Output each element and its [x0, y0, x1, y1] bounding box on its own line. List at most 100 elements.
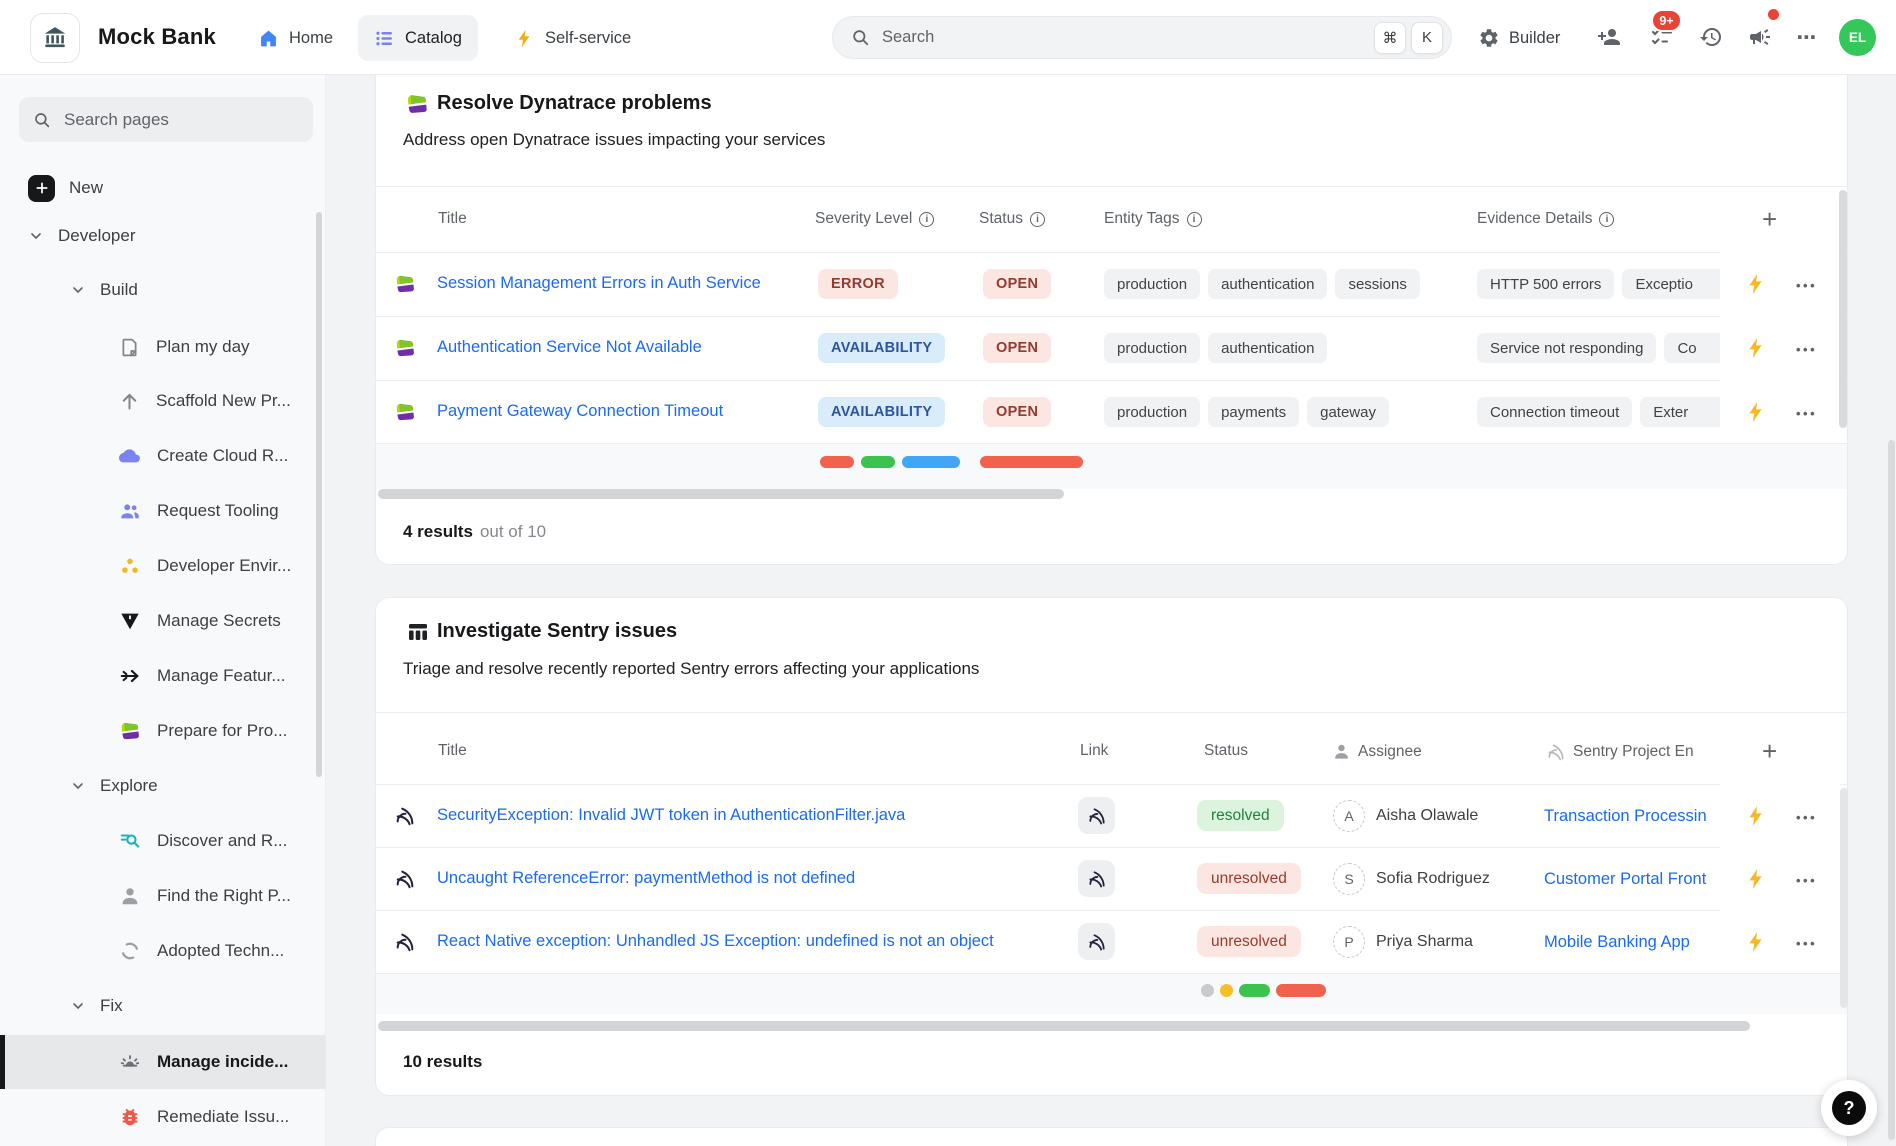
column-header-entity-tags[interactable]: Entity Tags [1104, 210, 1202, 228]
skeleton-pill-blue [902, 456, 960, 468]
column-header-link[interactable]: Link [1080, 742, 1108, 760]
add-column-button[interactable]: + [1762, 738, 1777, 764]
sidebar-item-scaffold-new[interactable]: Scaffold New Pr... [0, 378, 326, 424]
sidebar-group-explore[interactable]: Explore [0, 763, 326, 809]
sidebar-search-input[interactable] [64, 110, 299, 130]
run-action-icon[interactable] [1744, 272, 1768, 296]
sidebar-item-discover[interactable]: Discover and R... [0, 818, 326, 864]
bug-icon [119, 1106, 141, 1128]
sentry-project-link[interactable]: Customer Portal Front [1544, 870, 1720, 889]
column-header-severity[interactable]: Severity Level [815, 210, 934, 228]
column-header-sentry-project[interactable]: Sentry Project En [1546, 742, 1720, 762]
assignee-avatar: S [1333, 863, 1365, 895]
run-action-icon[interactable] [1744, 930, 1768, 954]
more-menu-button[interactable]: ⋯ [1793, 23, 1821, 51]
issue-link[interactable]: SecurityException: Invalid JWT token in … [437, 806, 905, 825]
row-menu-button[interactable] [1796, 278, 1817, 293]
nav-self-service[interactable]: Self-service [498, 15, 647, 61]
sidebar-item-find-right-person[interactable]: Find the Right P... [0, 873, 326, 919]
problem-link[interactable]: Authentication Service Not Available [437, 338, 702, 357]
skeleton-pill-red [1276, 984, 1326, 997]
nav-catalog[interactable]: Catalog [358, 15, 478, 61]
table-horizontal-scrollbar[interactable] [378, 1021, 1750, 1031]
sidebar-group-label: Build [100, 280, 138, 300]
people-icon [119, 500, 141, 522]
row-menu-button[interactable] [1796, 936, 1817, 951]
chevron-down-icon [28, 228, 44, 244]
announcements-button[interactable] [1746, 23, 1774, 51]
table-vertical-scrollbar[interactable] [1840, 788, 1848, 1008]
sentry-row-icon [394, 868, 416, 895]
sidebar-item-prepare-production[interactable]: Prepare for Pro... [0, 708, 326, 754]
plus-icon [28, 175, 55, 202]
run-action-icon[interactable] [1744, 867, 1768, 891]
user-avatar[interactable]: EL [1839, 19, 1876, 56]
sentry-project-link[interactable]: Mobile Banking App [1544, 933, 1720, 952]
sidebar-item-remediate-issues[interactable]: Remediate Issu... [0, 1094, 326, 1140]
dynatrace-icon [119, 720, 141, 742]
page-scrollbar[interactable] [1888, 440, 1895, 1140]
builder-button[interactable]: Builder [1478, 15, 1560, 61]
sidebar-item-adopted-tech[interactable]: Adopted Techn... [0, 928, 326, 974]
run-action-icon[interactable] [1744, 804, 1768, 828]
column-header-title[interactable]: Title [438, 210, 467, 228]
org-logo[interactable] [30, 13, 80, 63]
severity-badge: ERROR [818, 269, 898, 299]
sidebar-item-request-tooling[interactable]: Request Tooling [0, 488, 326, 534]
row-divider [375, 910, 1848, 911]
invite-user-button[interactable] [1595, 23, 1623, 51]
table-vertical-scrollbar[interactable] [1839, 190, 1847, 428]
sidebar-item-developer-environments[interactable]: Developer Envir... [0, 543, 326, 589]
add-column-button[interactable]: + [1762, 206, 1777, 232]
help-button[interactable]: ? [1821, 1080, 1877, 1136]
sidebar-scrollbar[interactable] [316, 212, 322, 777]
severity-badge: AVAILABILITY [818, 397, 945, 427]
column-header-status[interactable]: Status [979, 210, 1045, 228]
table-horizontal-scrollbar[interactable] [378, 489, 1064, 499]
info-icon [919, 212, 934, 227]
sidebar-group-label: Developer [58, 226, 136, 246]
column-header-evidence[interactable]: Evidence Details [1477, 210, 1614, 228]
sidebar-item-manage-secrets[interactable]: Manage Secrets [0, 598, 326, 644]
row-divider [375, 380, 1848, 381]
sentry-external-link[interactable] [1078, 923, 1115, 960]
evidence-chip: Co [1664, 333, 1720, 363]
results-count: 4 resultsout of 10 [403, 522, 546, 542]
arrow-up-icon [119, 391, 140, 412]
problem-link[interactable]: Payment Gateway Connection Timeout [437, 402, 723, 421]
sentry-external-link[interactable] [1078, 860, 1115, 897]
sentry-project-link[interactable]: Transaction Processin [1544, 807, 1720, 826]
issue-link[interactable]: Uncaught ReferenceError: paymentMethod i… [437, 869, 855, 888]
row-menu-button[interactable] [1796, 342, 1817, 357]
status-badge: resolved [1197, 800, 1284, 831]
sidebar-new-button[interactable]: New [0, 165, 326, 211]
sentry-external-link[interactable] [1078, 797, 1115, 834]
assignee-avatar: A [1333, 800, 1365, 832]
row-menu-button[interactable] [1796, 406, 1817, 421]
run-action-icon[interactable] [1744, 336, 1768, 360]
column-header-assignee[interactable]: Assignee [1332, 742, 1422, 761]
issue-link[interactable]: React Native exception: Unhandled JS Exc… [437, 932, 994, 951]
sidebar-group-fix[interactable]: Fix [0, 983, 326, 1029]
global-search-input[interactable] [882, 28, 1369, 47]
global-search[interactable]: ⌘ K [832, 16, 1452, 59]
sidebar-item-create-cloud[interactable]: Create Cloud R... [0, 433, 326, 479]
nav-home[interactable]: Home [242, 15, 349, 61]
problem-link[interactable]: Session Management Errors in Auth Servic… [437, 274, 761, 293]
row-menu-button[interactable] [1796, 810, 1817, 825]
row-menu-button[interactable] [1796, 873, 1817, 888]
sidebar-item-manage-incidents[interactable]: Manage incide... [0, 1035, 326, 1089]
sidebar-item-label: New [69, 178, 103, 198]
column-header-title[interactable]: Title [438, 742, 467, 760]
dynatrace-card-title: Resolve Dynatrace problems [437, 92, 712, 115]
history-button[interactable] [1697, 23, 1725, 51]
sidebar-group-developer[interactable]: Developer [0, 213, 326, 259]
sidebar-item-label: Manage Featur... [157, 666, 286, 686]
run-action-icon[interactable] [1744, 400, 1768, 424]
assignee-name: Priya Sharma [1376, 933, 1473, 951]
sidebar-search[interactable] [19, 97, 313, 142]
sidebar-item-plan-my-day[interactable]: Plan my day [0, 324, 326, 370]
column-header-status[interactable]: Status [1204, 742, 1248, 760]
sidebar-group-build[interactable]: Build [0, 267, 326, 313]
sidebar-item-manage-features[interactable]: Manage Featur... [0, 653, 326, 699]
